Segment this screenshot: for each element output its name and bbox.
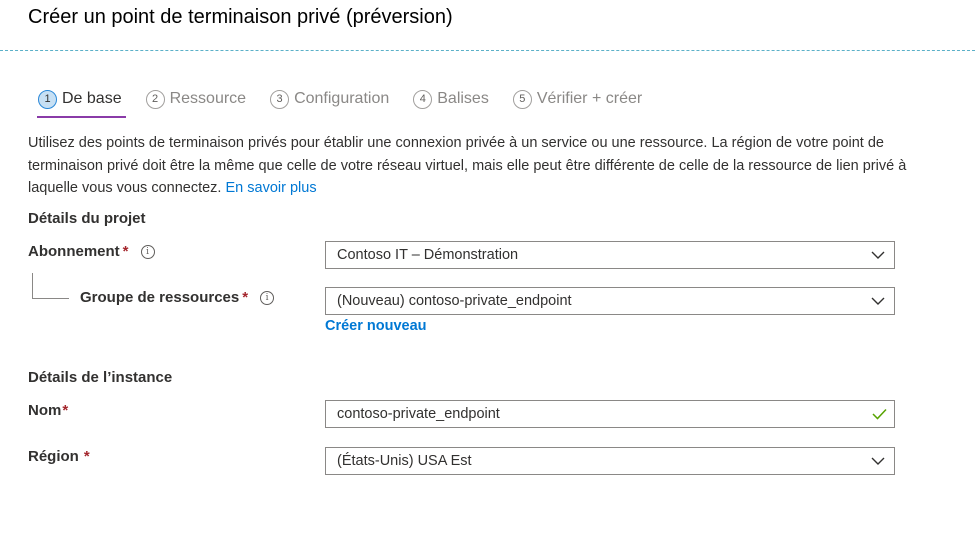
- name-input[interactable]: contoso-private_endpoint: [325, 400, 895, 428]
- required-marker: *: [83, 448, 90, 465]
- step-number: 2: [145, 89, 165, 109]
- tab-label: Balises: [437, 90, 489, 107]
- hierarchy-connector: [32, 273, 69, 299]
- description: Utilisez des points de terminaison privé…: [28, 132, 928, 200]
- tab-tags[interactable]: 4 Balises: [413, 86, 489, 112]
- tab-label: De base: [62, 90, 122, 107]
- tab-label: Vérifier + créer: [536, 90, 643, 107]
- resource-group-label: Groupe de ressources * i: [80, 289, 275, 306]
- region-dropdown[interactable]: (États-Unis) USA Est: [325, 447, 895, 475]
- step-number: 1: [38, 89, 57, 109]
- subscription-label: Abonnement * i: [28, 243, 155, 260]
- resource-group-value: (Nouveau) contoso-private_endpoint: [337, 293, 572, 309]
- info-icon[interactable]: i: [260, 290, 275, 305]
- chevron-down-icon: [871, 297, 885, 305]
- checkmark-icon: [872, 408, 887, 420]
- tab-resource[interactable]: 2 Ressource: [145, 86, 247, 112]
- description-text: Utilisez des points de terminaison privé…: [28, 135, 907, 196]
- title-divider: [0, 50, 975, 51]
- region-value: (États-Unis) USA Est: [337, 453, 472, 469]
- create-new-link[interactable]: Créer nouveau: [325, 318, 427, 334]
- name-value: contoso-private_endpoint: [337, 406, 500, 422]
- tab-basics[interactable]: 1 De base: [37, 86, 126, 118]
- name-label: Nom *: [28, 402, 68, 419]
- project-details-heading: Détails du projet: [28, 210, 146, 227]
- subscription-dropdown[interactable]: Contoso IT – Démonstration: [325, 241, 895, 269]
- label-text: Région: [28, 448, 79, 465]
- tab-label: Configuration: [294, 90, 390, 107]
- tab-label: Ressource: [169, 90, 247, 107]
- tab-configuration[interactable]: 3 Configuration: [270, 86, 389, 112]
- page-title: Créer un point de terminaison privé (pré…: [28, 6, 453, 28]
- step-number: 5: [512, 89, 532, 109]
- required-marker: *: [122, 243, 129, 260]
- chevron-down-icon: [871, 457, 885, 465]
- label-text: Nom: [28, 402, 62, 419]
- learn-more-link[interactable]: En savoir plus: [226, 180, 317, 196]
- label-text: Groupe de ressources: [80, 289, 240, 306]
- required-marker: *: [62, 402, 69, 419]
- instance-details-heading: Détails de l’instance: [28, 369, 173, 386]
- chevron-down-icon: [871, 251, 885, 259]
- subscription-value: Contoso IT – Démonstration: [337, 247, 519, 263]
- step-number: 3: [270, 89, 290, 109]
- wizard-tabs: 1 De base 2 Ressource 3 Configuration 4 …: [37, 86, 666, 118]
- step-number: 4: [413, 89, 433, 109]
- label-text: Abonnement: [28, 243, 120, 260]
- info-icon[interactable]: i: [140, 244, 155, 259]
- resource-group-dropdown[interactable]: (Nouveau) contoso-private_endpoint: [325, 287, 895, 315]
- required-marker: *: [242, 289, 249, 306]
- tab-review-create[interactable]: 5 Vérifier + créer: [512, 86, 643, 112]
- region-label: Région *: [28, 448, 90, 465]
